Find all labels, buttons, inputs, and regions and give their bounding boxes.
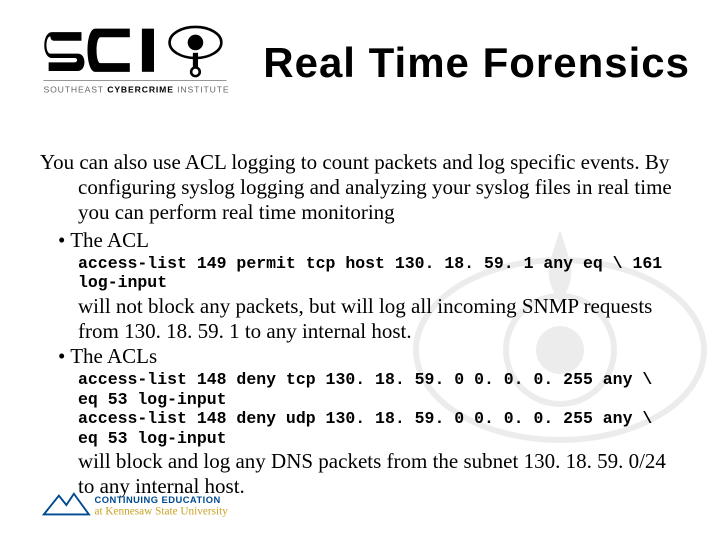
- intro-text: You can also use ACL logging to count pa…: [40, 150, 680, 226]
- after-code-1: will not block any packets, but will log…: [40, 294, 680, 344]
- logo-line1: SOUTHEAST: [43, 84, 104, 94]
- intro-paragraph: You can also use ACL logging to count pa…: [40, 150, 680, 226]
- bullet-item-1: The ACL: [40, 228, 680, 253]
- logo-line2: CYBERCRIME: [107, 84, 174, 94]
- slide: SOUTHEAST CYBERCRIME INSTITUTE Real Time…: [0, 0, 720, 540]
- slide-body: You can also use ACL logging to count pa…: [40, 150, 680, 500]
- bullet1-text: The ACL: [70, 228, 149, 252]
- footer-logo: CONTINUING EDUCATION at Kennesaw State U…: [42, 490, 342, 522]
- footer-line1: CONTINUING EDUCATION: [95, 495, 221, 505]
- slide-title: Real Time Forensics: [250, 42, 690, 84]
- code-block-1: access-list 149 permit tcp host 130. 18.…: [40, 254, 680, 293]
- mountain-icon: [44, 494, 89, 515]
- bullet2-text: The ACLs: [70, 344, 157, 368]
- sci-logo: SOUTHEAST CYBERCRIME INSTITUTE: [40, 20, 230, 106]
- code-block-2: access-list 148 deny tcp 130. 18. 59. 0 …: [40, 370, 680, 448]
- svg-text:CONTINUING EDUCATION: CONTINUING EDUCATION: [95, 495, 221, 505]
- header: SOUTHEAST CYBERCRIME INSTITUTE Real Time…: [40, 18, 690, 108]
- footer-line2: at Kennesaw State University: [95, 506, 229, 518]
- svg-text:SOUTHEAST CYBERCRIME: SOUTHEAST CYBERCRIME INSTITUTE: [43, 84, 229, 94]
- logo-line3: INSTITUTE: [177, 84, 229, 94]
- bullet-item-2: The ACLs: [40, 344, 680, 369]
